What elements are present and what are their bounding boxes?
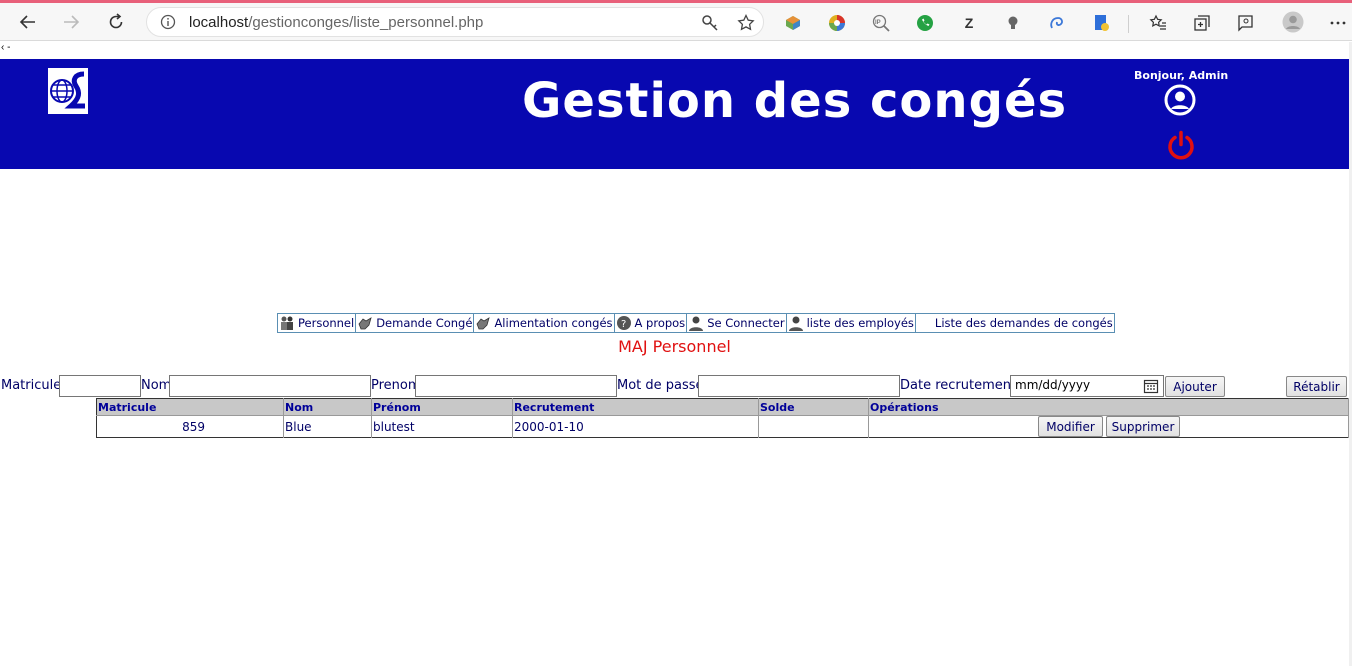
app-header: Gestion des congés Bonjour, Admin xyxy=(0,59,1349,169)
menu-item-se-connecter[interactable]: Se Connecter xyxy=(687,314,787,332)
matricule-label: Matricule xyxy=(1,378,62,393)
page-top-strip: ‹ - xyxy=(1,42,11,53)
collections-icon[interactable] xyxy=(1192,13,1212,33)
nom-label: Nom xyxy=(141,378,172,393)
prenom-label: Prenom xyxy=(371,378,421,393)
cell-nom: Blue xyxy=(283,415,372,438)
people-icon xyxy=(279,315,295,331)
refresh-icon[interactable] xyxy=(102,8,130,36)
url-path: /gestionconges/liste_personnel.php xyxy=(248,14,484,31)
prenom-input[interactable] xyxy=(415,375,617,397)
forward-icon[interactable] xyxy=(57,8,85,36)
svg-text:?: ? xyxy=(621,319,626,330)
favorites-icon[interactable] xyxy=(1148,13,1168,33)
column-header-nom: Nom xyxy=(283,398,372,416)
svg-text:IP: IP xyxy=(875,20,881,26)
page-title: Gestion des congés xyxy=(522,73,1068,129)
date-placeholder: mm/dd/yyyy xyxy=(1015,378,1091,392)
main-menu: Personnel Demande Congé Alimentation con… xyxy=(277,313,1115,333)
toolbar-separator xyxy=(1128,15,1129,33)
section-title: MAJ Personnel xyxy=(618,337,731,356)
extension-color-icon[interactable] xyxy=(827,13,847,33)
url-text: localhost/gestionconges/liste_personnel.… xyxy=(189,14,483,31)
column-header-operations: Opérations xyxy=(868,398,1349,416)
extension-ip-icon[interactable]: IP xyxy=(871,13,891,33)
menu-label-alimentation-conges: Alimentation congés xyxy=(494,316,613,330)
table-row: 859 Blue blutest 2000-01-10 Modifier Sup… xyxy=(96,415,1349,438)
address-bar[interactable]: localhost/gestionconges/liste_personnel.… xyxy=(146,7,764,37)
table-header-row: Matricule Nom Prénom Recrutement Solde O… xyxy=(96,398,1349,416)
back-icon[interactable] xyxy=(14,8,42,36)
column-header-recrutement: Recrutement xyxy=(512,398,759,416)
extension-z-icon[interactable]: Z xyxy=(959,13,979,33)
cell-prenom: blutest xyxy=(371,415,513,438)
company-logo xyxy=(47,67,89,115)
logout-power-icon[interactable] xyxy=(1166,130,1196,160)
reset-button[interactable]: Rétablir xyxy=(1286,376,1347,397)
extension-z-label: Z xyxy=(964,15,974,31)
menu-item-liste-employes[interactable]: liste des employés xyxy=(787,314,916,332)
hand-icon xyxy=(357,315,373,331)
extension-cube-icon[interactable] xyxy=(783,13,803,33)
add-button[interactable]: Ajouter xyxy=(1165,376,1225,397)
column-header-solde: Solde xyxy=(758,398,869,416)
menu-label-a-propos: A propos xyxy=(634,316,686,330)
profile-avatar-icon[interactable] xyxy=(1281,10,1305,34)
matricule-input[interactable] xyxy=(59,375,141,397)
column-header-matricule: Matricule xyxy=(96,398,284,416)
password-label: Mot de passe xyxy=(617,378,704,393)
nom-input[interactable] xyxy=(169,375,371,397)
more-menu-icon[interactable] xyxy=(1328,13,1348,33)
menu-item-alimentation-conges[interactable]: Alimentation congés xyxy=(474,314,615,332)
column-header-prenom: Prénom xyxy=(371,398,513,416)
browser-toolbar: localhost/gestionconges/liste_personnel.… xyxy=(0,3,1352,41)
cell-matricule: 859 xyxy=(96,415,284,438)
date-recrutement-input[interactable]: mm/dd/yyyy xyxy=(1010,375,1164,397)
user-account-icon[interactable] xyxy=(1164,84,1196,116)
user-icon xyxy=(788,315,804,331)
bulb-icon[interactable] xyxy=(1003,13,1023,33)
url-host: localhost xyxy=(189,14,249,31)
menu-item-a-propos[interactable]: ? A propos xyxy=(615,314,688,332)
extension-doc-icon[interactable] xyxy=(1091,13,1111,33)
menu-label-liste-employes: liste des employés xyxy=(806,316,914,330)
star-icon[interactable] xyxy=(735,12,757,34)
date-recrutement-label: Date recrutement xyxy=(900,378,1017,393)
menu-item-personnel[interactable]: Personnel xyxy=(278,314,357,332)
delete-button[interactable]: Supprimer xyxy=(1106,416,1180,437)
password-input[interactable] xyxy=(698,375,900,397)
feedback-icon[interactable] xyxy=(1236,13,1256,33)
cell-recrutement: 2000-01-10 xyxy=(512,415,759,438)
key-icon[interactable] xyxy=(699,12,721,34)
hand-icon xyxy=(475,315,491,331)
cell-solde xyxy=(758,415,869,438)
user-icon xyxy=(688,315,704,331)
whatsapp-icon[interactable] xyxy=(915,13,935,33)
site-info-icon[interactable] xyxy=(159,13,177,31)
personnel-table: Matricule Nom Prénom Recrutement Solde O… xyxy=(96,398,1349,438)
menu-label-personnel: Personnel xyxy=(298,316,355,330)
menu-label-liste-demandes: Liste des demandes de congés xyxy=(934,316,1113,330)
extension-swirl-icon[interactable] xyxy=(1047,13,1067,33)
user-greeting: Bonjour, Admin xyxy=(1134,69,1229,82)
personnel-form: Matricule Nom Prenom Mot de passe Date r… xyxy=(0,375,1349,397)
calendar-icon[interactable] xyxy=(1143,378,1159,394)
help-icon: ? xyxy=(616,315,632,331)
cell-operations: Modifier Supprimer xyxy=(868,415,1349,438)
menu-label-se-connecter: Se Connecter xyxy=(707,316,785,330)
menu-label-demande-conge: Demande Congé xyxy=(376,316,473,330)
menu-item-demande-conge[interactable]: Demande Congé xyxy=(356,314,475,332)
menu-item-liste-demandes[interactable]: Liste des demandes de congés xyxy=(916,314,1114,332)
modify-button[interactable]: Modifier xyxy=(1038,416,1103,437)
